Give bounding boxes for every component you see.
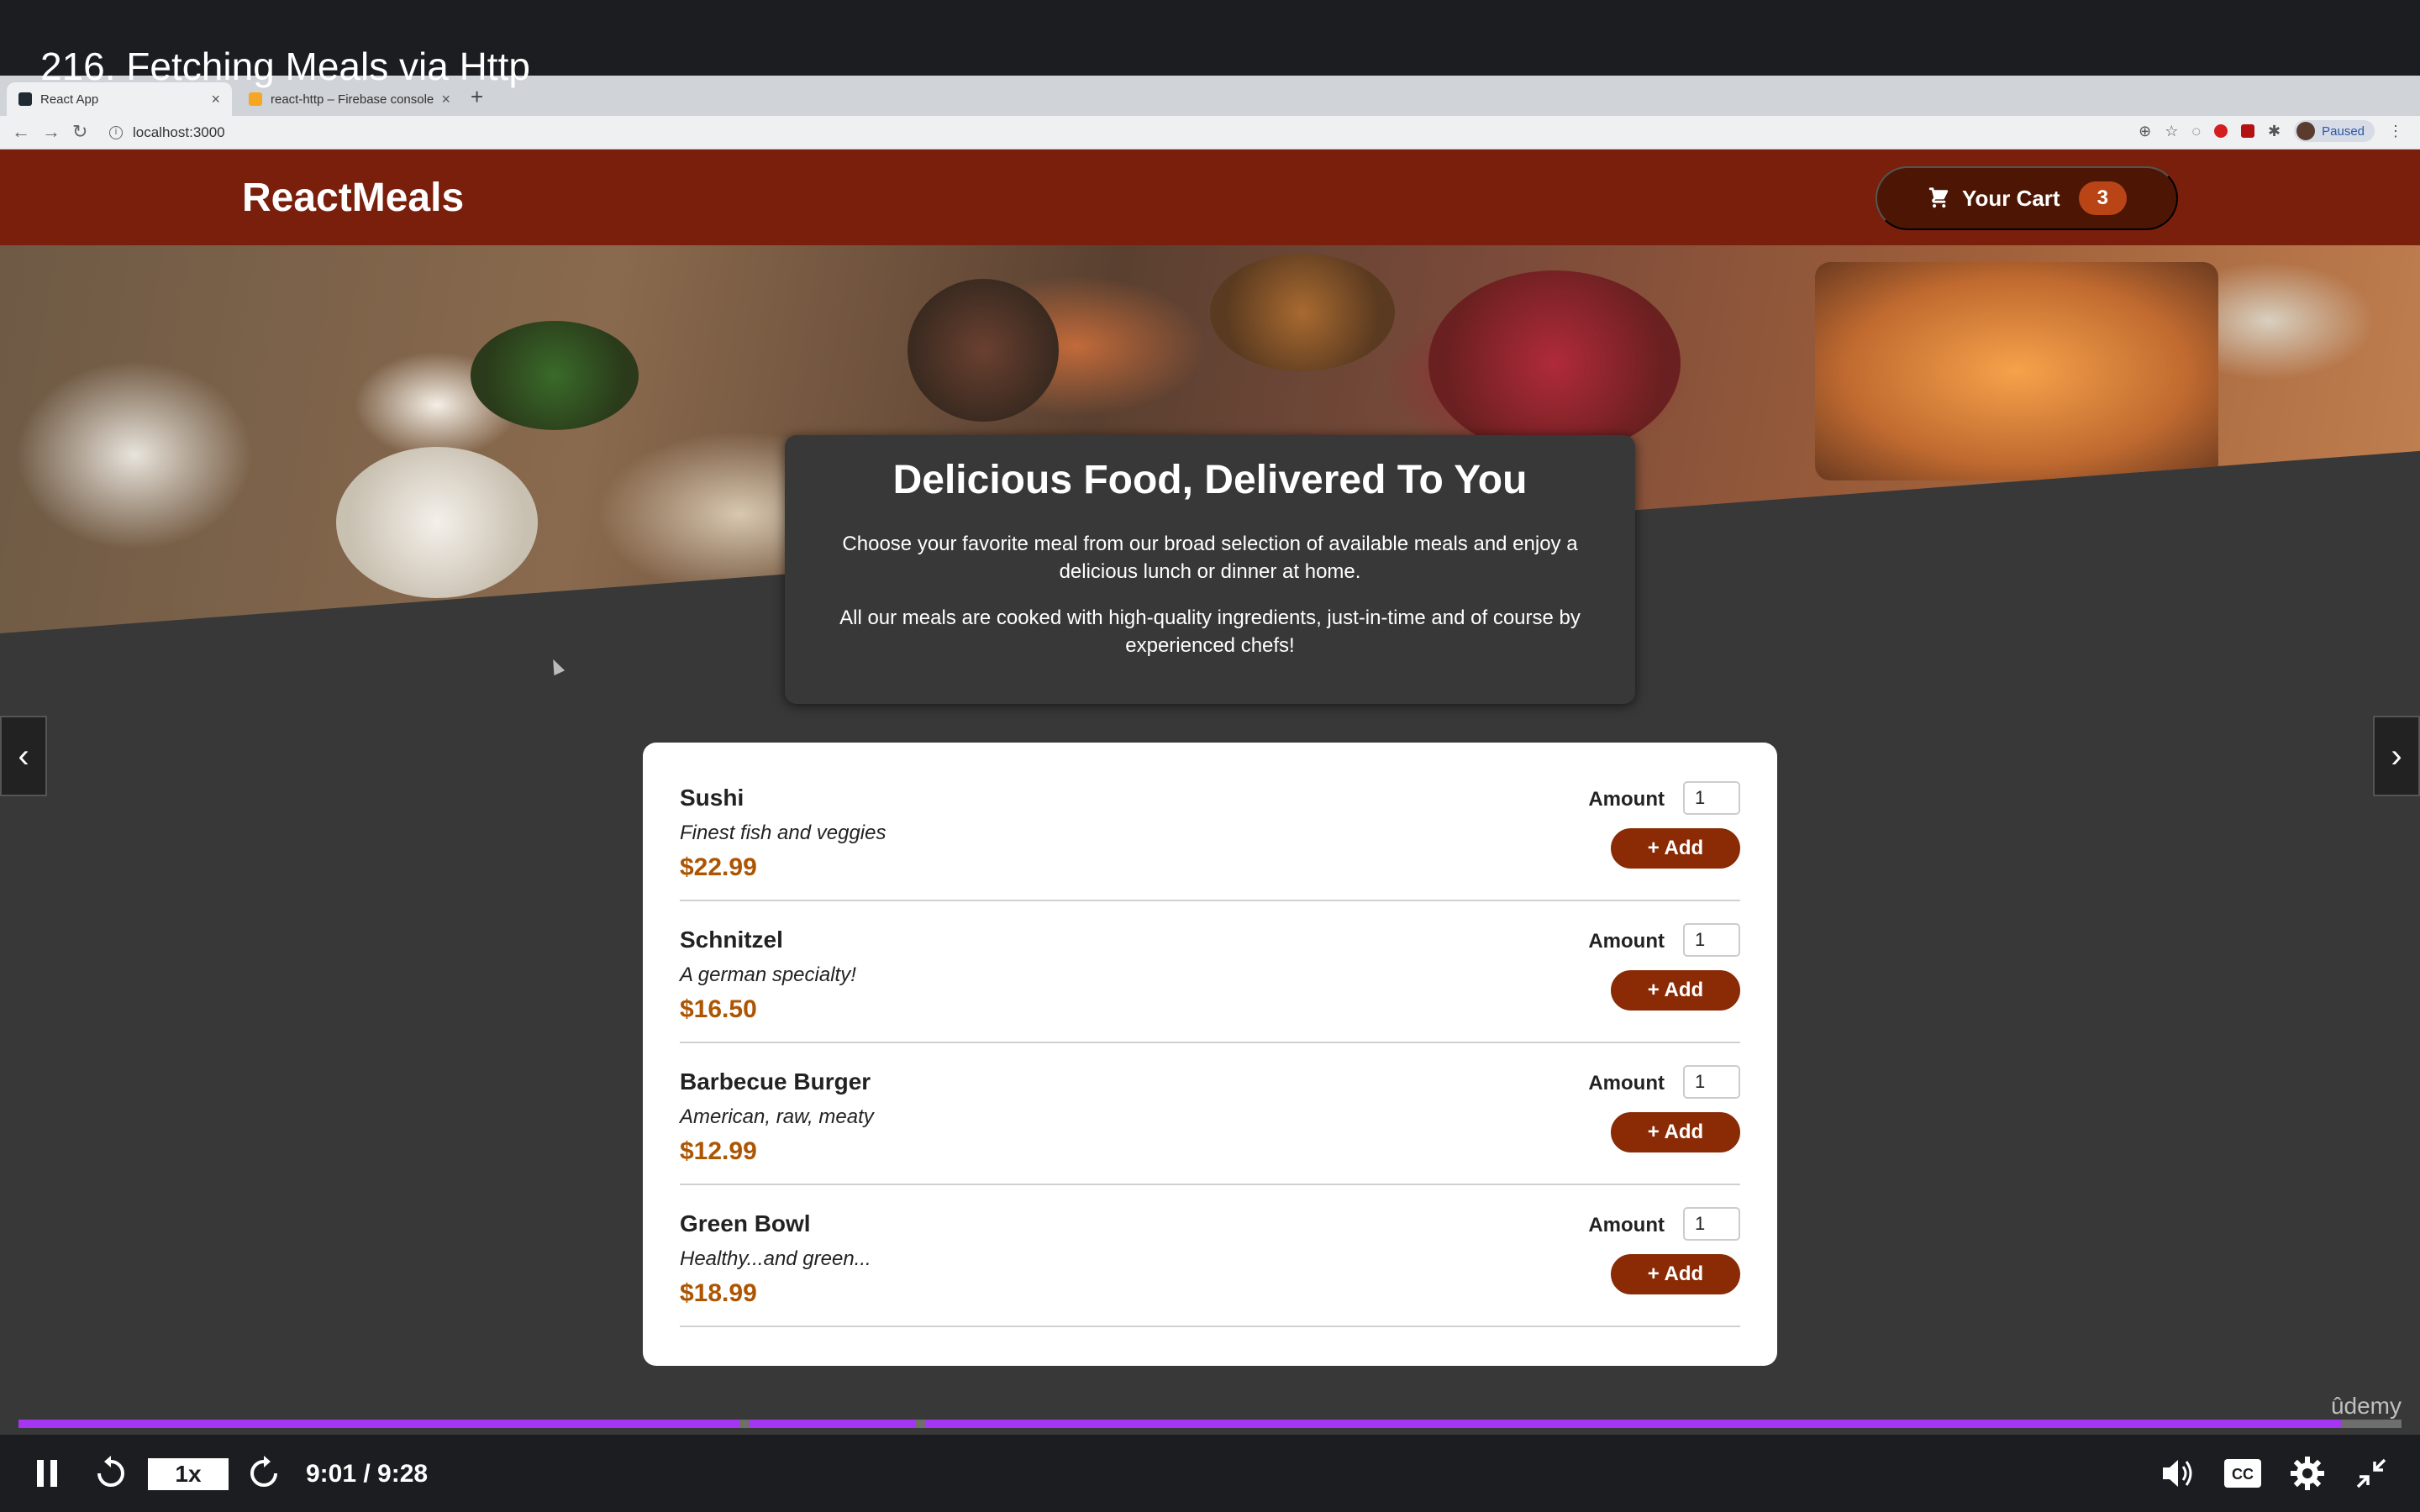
cart-icon (1928, 187, 1949, 208)
address-bar[interactable]: i localhost:3000 (109, 120, 225, 145)
mouse-cursor (547, 656, 566, 676)
settings-gear-icon[interactable] (2289, 1455, 2326, 1492)
profile-label: Paused (2322, 123, 2365, 139)
meal-item: Sushi Finest fish and veggies $22.99 Amo… (680, 759, 1740, 901)
meal-name: Green Bowl (680, 1210, 811, 1236)
avatar (2296, 122, 2316, 140)
hero-plate (471, 321, 639, 430)
app-logo: ReactMeals (242, 176, 465, 220)
profile-button[interactable]: Paused (2294, 120, 2375, 142)
meal-price: $16.50 (680, 995, 757, 1023)
firebase-favicon-icon (249, 92, 262, 106)
extensions-puzzle-icon[interactable]: ✱ (2268, 123, 2281, 140)
forward-icon[interactable] (247, 1455, 281, 1492)
close-tab-icon[interactable]: × (211, 91, 220, 108)
summary-title: Delicious Food, Delivered To You (892, 458, 1528, 502)
meal-price: $22.99 (680, 853, 757, 881)
app-header: ReactMeals Your Cart 3 (0, 150, 2420, 245)
player-controls: 1x 9:01 / 9:28 CC (0, 1435, 2420, 1512)
opera-extension-icon[interactable] (2214, 124, 2228, 138)
progress-fill-segment (18, 1420, 739, 1428)
time-display: 9:01 / 9:28 (306, 1460, 429, 1488)
forward-icon[interactable]: → (42, 121, 60, 143)
next-lecture-button[interactable]: › (2373, 716, 2420, 796)
meal-description: A german specialty! (680, 963, 856, 986)
lecture-title: 216. Fetching Meals via Http (40, 45, 530, 88)
cart-label: Your Cart (1962, 185, 2060, 211)
meal-item: Barbecue Burger American, raw, meaty $12… (680, 1043, 1740, 1185)
previous-lecture-button[interactable]: ‹ (0, 716, 47, 796)
meal-item: Schnitzel A german specialty! $16.50 Amo… (680, 901, 1740, 1043)
meals-summary: Delicious Food, Delivered To You Choose … (785, 435, 1635, 704)
amount-label: Amount (1588, 930, 1665, 953)
bookmark-star-icon[interactable]: ☆ (2165, 123, 2178, 140)
captions-icon[interactable]: CC (2223, 1458, 2262, 1488)
progress-fill-segment (750, 1420, 916, 1428)
add-button[interactable]: + Add (1611, 1254, 1740, 1294)
hero-plate (336, 447, 538, 598)
add-button[interactable]: + Add (1611, 828, 1740, 869)
amount-label: Amount (1588, 1214, 1665, 1236)
url-text: localhost:3000 (133, 124, 225, 140)
add-button[interactable]: + Add (1611, 970, 1740, 1011)
playback-rate-button[interactable]: 1x (148, 1458, 229, 1490)
tab-label: react-http – Firebase console (271, 92, 434, 107)
meal-name: Sushi (680, 785, 744, 811)
summary-paragraph: All our meals are cooked with high-quali… (839, 606, 1581, 657)
hero-plate (1210, 254, 1395, 371)
udemy-watermark: ûdemy (2330, 1393, 2402, 1419)
menu-dots-icon[interactable]: ⋮ (2388, 123, 2403, 140)
react-favicon-icon (18, 92, 32, 106)
browser-toolbar: ← → ↻ i localhost:3000 ⊕ ☆ ◌ ✱ Paused ⋮ (0, 116, 2420, 150)
tab-label: React App (40, 92, 99, 107)
site-info-icon[interactable]: i (109, 126, 123, 139)
amount-label: Amount (1588, 1072, 1665, 1095)
meal-price: $18.99 (680, 1279, 757, 1307)
exit-fullscreen-icon[interactable] (2354, 1457, 2388, 1490)
cart-button[interactable]: Your Cart 3 (1876, 166, 2178, 230)
red-extension-icon[interactable] (2241, 124, 2255, 138)
volume-icon[interactable] (2160, 1457, 2195, 1490)
hero-plate (908, 279, 1059, 422)
rewind-icon[interactable] (94, 1455, 128, 1492)
hero-plate (1815, 262, 2218, 480)
meal-description: American, raw, meaty (680, 1105, 874, 1128)
extension-icon[interactable]: ◌ (2191, 123, 2201, 140)
zoom-icon[interactable]: ⊕ (2139, 123, 2151, 140)
amount-input[interactable] (1683, 1065, 1740, 1099)
amount-input[interactable] (1683, 923, 1740, 957)
amount-input[interactable] (1683, 1207, 1740, 1241)
svg-text:CC: CC (2232, 1466, 2254, 1483)
meal-description: Finest fish and veggies (680, 822, 886, 844)
meal-name: Barbecue Burger (680, 1068, 871, 1095)
close-tab-icon[interactable]: × (441, 91, 450, 108)
meal-item: Green Bowl Healthy...and green... $18.99… (680, 1185, 1740, 1327)
toolbar-icons: ⊕ ☆ ◌ ✱ Paused ⋮ (2139, 120, 2403, 142)
amount-input[interactable] (1683, 781, 1740, 815)
pause-icon[interactable] (35, 1458, 60, 1488)
meal-name: Schnitzel (680, 927, 783, 953)
hero-plate (1428, 270, 1681, 455)
amount-label: Amount (1588, 788, 1665, 811)
summary-paragraph: Choose your favorite meal from our broad… (842, 533, 1578, 583)
back-icon[interactable]: ← (12, 121, 30, 143)
meal-price: $12.99 (680, 1137, 757, 1165)
available-meals-card: Sushi Finest fish and veggies $22.99 Amo… (643, 743, 1777, 1366)
cart-count-badge: 3 (2078, 181, 2127, 215)
app-viewport: ReactMeals Your Cart 3 Delicious Food, D… (0, 150, 2420, 1435)
meal-description: Healthy...and green... (680, 1247, 871, 1270)
progress-fill-segment (926, 1420, 2343, 1428)
add-button[interactable]: + Add (1611, 1112, 1740, 1152)
reload-icon[interactable]: ↻ (72, 121, 87, 143)
